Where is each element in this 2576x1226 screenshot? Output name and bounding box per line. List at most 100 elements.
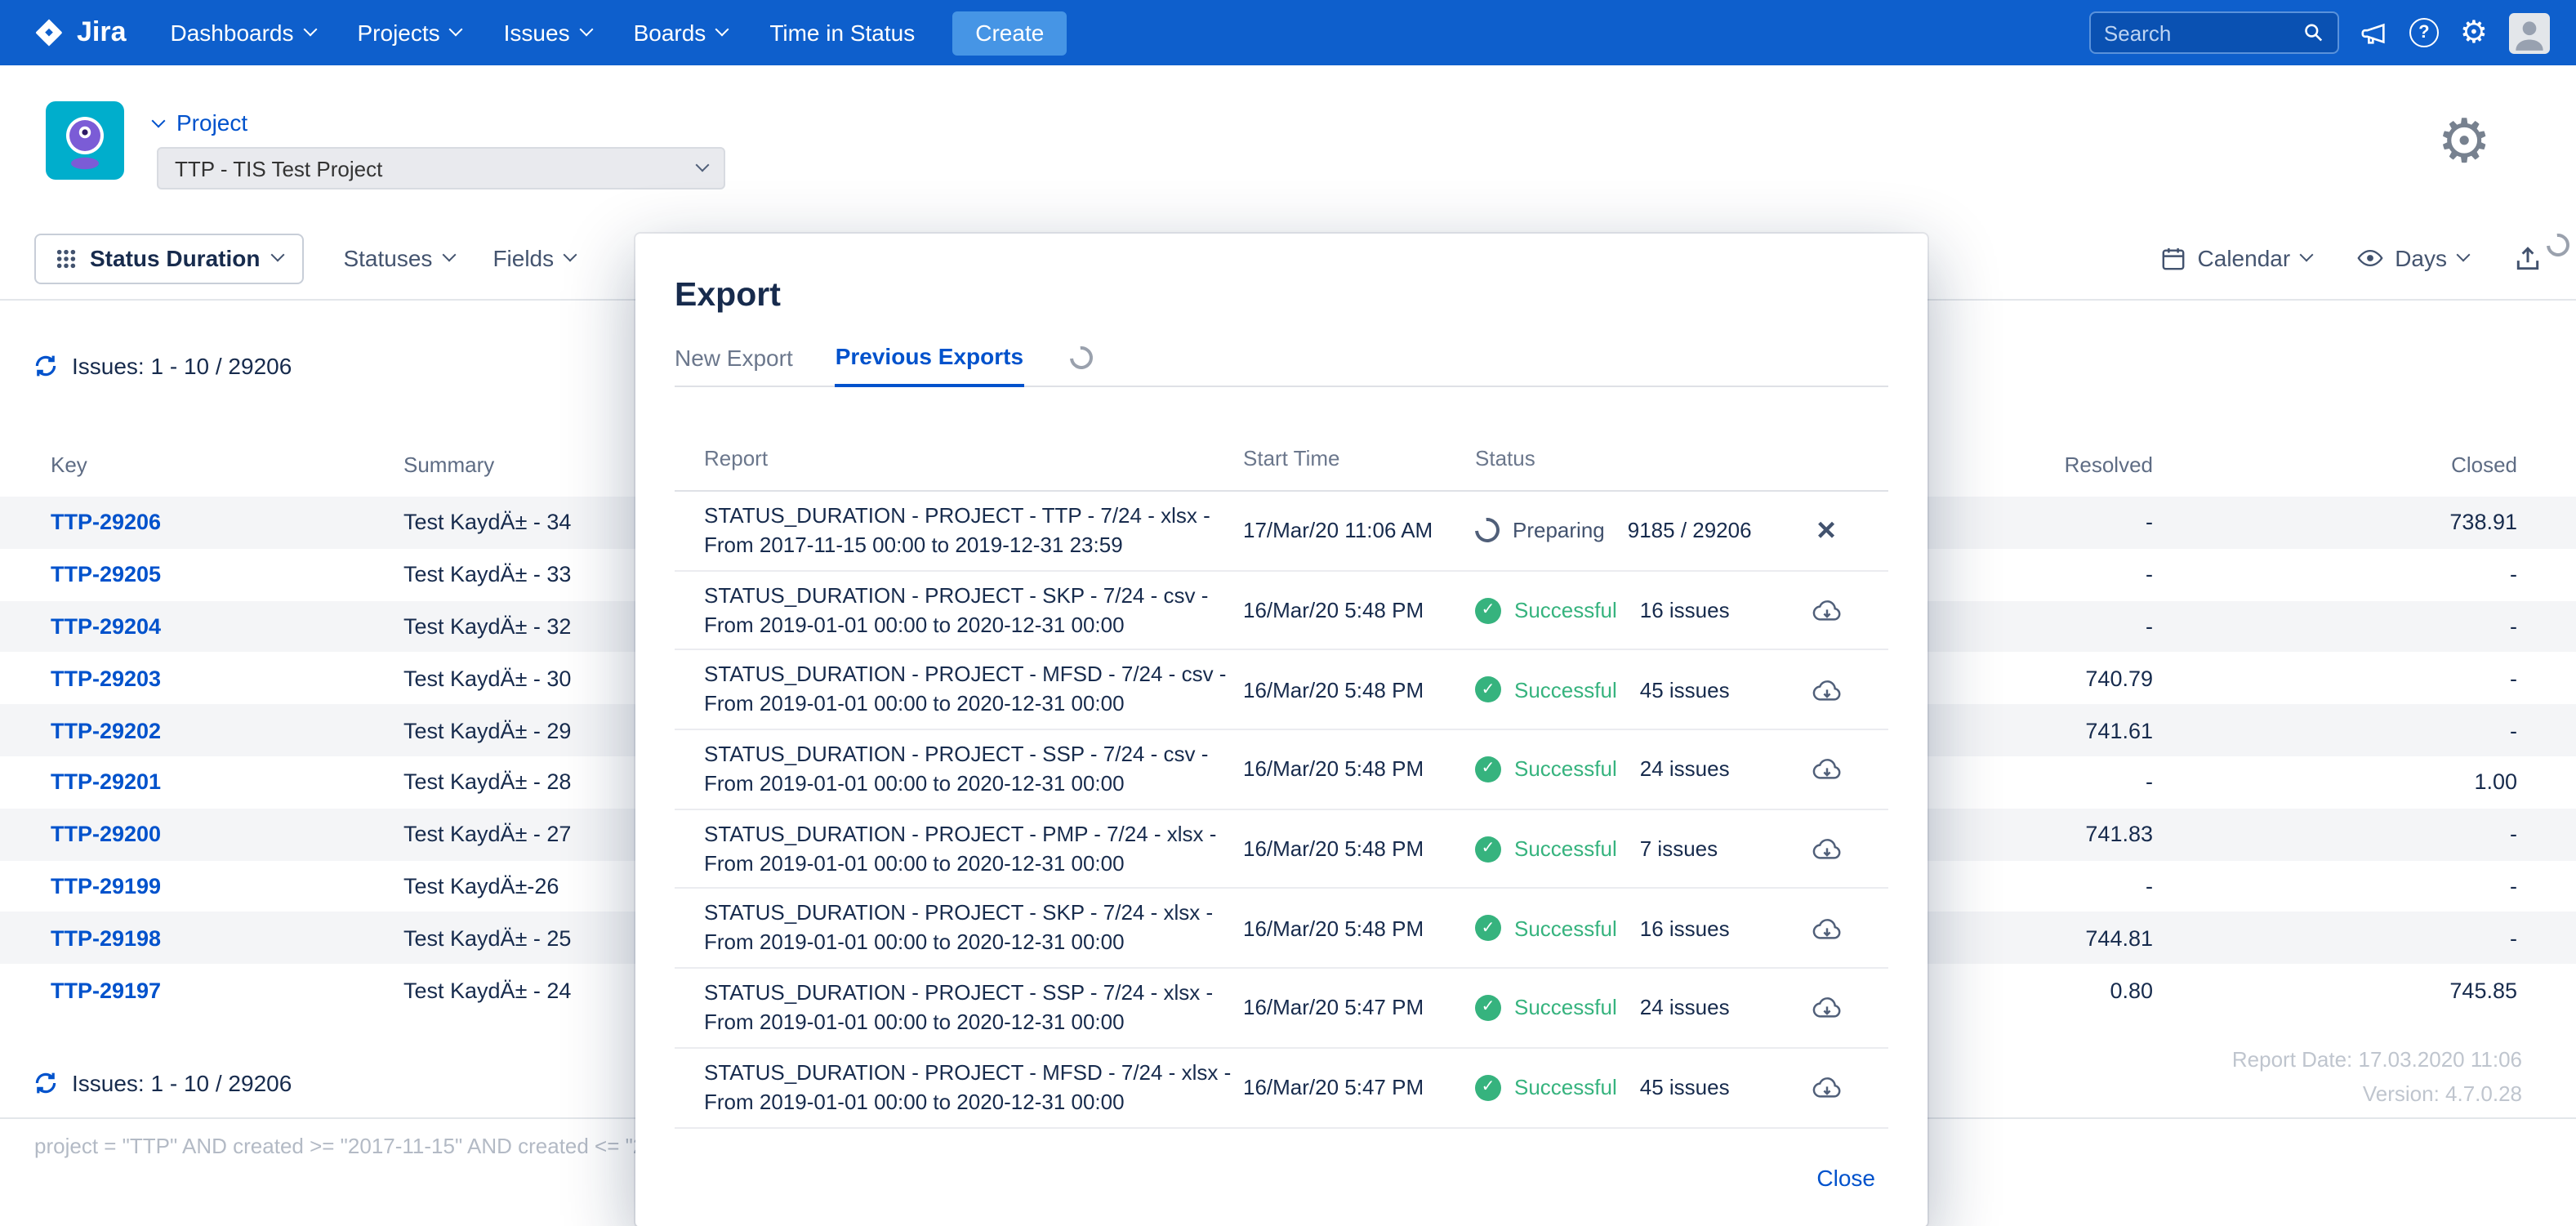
- export-start-time: 16/Mar/20 5:48 PM: [1243, 677, 1475, 702]
- tab-new-export[interactable]: New Export: [675, 345, 793, 386]
- export-status-detail: 24 issues: [1640, 757, 1730, 782]
- export-report-line2: From 2019-01-01 00:00 to 2020-12-31 00:0…: [704, 929, 1243, 958]
- download-icon[interactable]: [1811, 598, 1842, 622]
- issue-closed-value: -: [2153, 562, 2517, 586]
- download-icon[interactable]: [1811, 996, 1842, 1020]
- nav-menu-label: Dashboards: [171, 20, 294, 46]
- search-input[interactable]: [2104, 20, 2304, 45]
- export-row: STATUS_DURATION - PROJECT - PMP - 7/24 -…: [675, 810, 1888, 889]
- export-report-name: STATUS_DURATION - PROJECT - SSP - 7/24 -…: [704, 979, 1243, 1037]
- issue-key-link[interactable]: TTP-29206: [51, 510, 161, 535]
- export-report-line1: STATUS_DURATION - PROJECT - MFSD - 7/24 …: [704, 660, 1243, 689]
- column-header-start-time: Start Time: [1243, 446, 1475, 470]
- avatar[interactable]: [2509, 12, 2550, 53]
- nav-menu-item[interactable]: Dashboards: [149, 0, 336, 65]
- settings-gear-icon[interactable]: ⚙: [2437, 111, 2491, 172]
- download-icon[interactable]: [1811, 677, 1842, 702]
- export-report-line1: STATUS_DURATION - PROJECT - PMP - 7/24 -…: [704, 819, 1243, 849]
- download-icon[interactable]: [1811, 916, 1842, 941]
- fields-dropdown[interactable]: Fields: [492, 245, 575, 271]
- issues-count-label: Issues: 1 - 10 / 29206: [72, 1070, 292, 1096]
- export-report-line2: From 2019-01-01 00:00 to 2020-12-31 00:0…: [704, 849, 1243, 878]
- export-row-action: ×: [1777, 916, 1875, 941]
- export-row-action: ×: [1777, 1075, 1875, 1099]
- nav-menu-item[interactable]: Boards: [613, 0, 749, 65]
- issue-key-link[interactable]: TTP-29205: [51, 562, 161, 586]
- toolbar-right-cluster: Calendar Days: [2162, 244, 2542, 272]
- export-start-time: 17/Mar/20 11:06 AM: [1243, 519, 1475, 543]
- tab-previous-exports[interactable]: Previous Exports: [836, 343, 1023, 387]
- issue-key-link[interactable]: TTP-29199: [51, 874, 161, 898]
- issue-resolved-value: -: [1892, 562, 2153, 586]
- jira-logo[interactable]: Jira: [20, 16, 149, 49]
- report-date: Report Date: 17.03.2020 11:06: [2232, 1047, 2522, 1072]
- issue-key-link[interactable]: TTP-29204: [51, 614, 161, 639]
- calendar-dropdown[interactable]: Calendar: [2162, 245, 2312, 271]
- refresh-icon[interactable]: [33, 353, 59, 379]
- export-status-label: Successful: [1514, 598, 1617, 622]
- fields-label: Fields: [492, 245, 554, 271]
- export-report-line2: From 2019-01-01 00:00 to 2020-12-31 00:0…: [704, 689, 1243, 719]
- column-header-resolved[interactable]: Resolved: [1892, 452, 2153, 476]
- create-button-label: Create: [975, 20, 1044, 46]
- statuses-dropdown[interactable]: Statuses: [343, 245, 453, 271]
- cancel-export-icon[interactable]: ×: [1816, 515, 1835, 547]
- issue-resolved-value: 744.81: [1892, 926, 2153, 951]
- export-status-label: Successful: [1514, 757, 1617, 782]
- statuses-label: Statuses: [343, 245, 432, 271]
- export-start-time: 16/Mar/20 5:47 PM: [1243, 1075, 1475, 1099]
- nav-menu-item[interactable]: Projects: [336, 0, 483, 65]
- close-button[interactable]: Close: [1816, 1165, 1875, 1191]
- download-icon[interactable]: [1811, 757, 1842, 782]
- nav-menu-label: Time in Status: [769, 20, 915, 46]
- issue-key-link[interactable]: TTP-29201: [51, 770, 161, 795]
- export-report-name: STATUS_DURATION - PROJECT - PMP - 7/24 -…: [704, 819, 1243, 878]
- eye-icon: [2357, 248, 2383, 268]
- export-status-label: Successful: [1514, 916, 1617, 941]
- issue-closed-value: -: [2153, 718, 2517, 742]
- days-dropdown[interactable]: Days: [2357, 245, 2468, 271]
- modal-footer: Close: [635, 1165, 1928, 1226]
- issue-key-link[interactable]: TTP-29200: [51, 822, 161, 846]
- column-header-report: Report: [704, 444, 1243, 473]
- check-circle-icon: ✓: [1475, 836, 1501, 862]
- export-row: STATUS_DURATION - PROJECT - SSP - 7/24 -…: [675, 730, 1888, 809]
- issue-resolved-value: -: [1892, 874, 2153, 898]
- export-icon: [2514, 244, 2542, 272]
- issue-key-link[interactable]: TTP-29202: [51, 718, 161, 742]
- days-label: Days: [2395, 245, 2447, 271]
- refresh-icon[interactable]: [33, 1070, 59, 1096]
- download-icon[interactable]: [1811, 1075, 1842, 1099]
- export-report-name: STATUS_DURATION - PROJECT - MFSD - 7/24 …: [704, 1058, 1243, 1117]
- status-duration-button[interactable]: Status Duration: [34, 233, 304, 283]
- search-icon[interactable]: [2304, 21, 2324, 44]
- export-status-detail: 45 issues: [1640, 677, 1730, 702]
- nav-menu-item[interactable]: Issues: [483, 0, 613, 65]
- issue-closed-value: -: [2153, 874, 2517, 898]
- issue-key-link[interactable]: TTP-29203: [51, 666, 161, 691]
- chevron-down-icon: [152, 114, 166, 128]
- megaphone-icon[interactable]: [2360, 19, 2388, 47]
- check-circle-icon: ✓: [1475, 916, 1501, 942]
- issues-count-bottom: Issues: 1 - 10 / 29206: [33, 1070, 292, 1096]
- issue-resolved-value: -: [1892, 510, 2153, 535]
- export-button[interactable]: [2514, 244, 2542, 272]
- issue-closed-value: -: [2153, 614, 2517, 639]
- issue-key-link[interactable]: TTP-29198: [51, 926, 161, 951]
- help-icon[interactable]: ?: [2409, 18, 2439, 47]
- nav-menus: Dashboards Projects Issues Boards: [149, 0, 937, 65]
- create-button[interactable]: Create: [952, 11, 1067, 55]
- nav-menu-item[interactable]: Time in Status: [748, 0, 936, 65]
- download-icon[interactable]: [1811, 836, 1842, 861]
- project-select[interactable]: TTP - TIS Test Project: [157, 147, 725, 189]
- search-box: [2089, 11, 2339, 54]
- gear-icon[interactable]: ⚙: [2460, 17, 2488, 48]
- issue-key-link[interactable]: TTP-29197: [51, 978, 161, 1002]
- export-row-action: ×: [1777, 598, 1875, 622]
- column-header-key[interactable]: Key: [51, 452, 403, 476]
- project-select-value: TTP - TIS Test Project: [175, 156, 382, 181]
- export-status: ✓ Successful 24 issues: [1475, 756, 1777, 782]
- column-header-closed[interactable]: Closed: [2153, 452, 2517, 476]
- project-breadcrumb[interactable]: Project: [154, 109, 247, 136]
- export-history-list: STATUS_DURATION - PROJECT - TTP - 7/24 -…: [675, 492, 1888, 1128]
